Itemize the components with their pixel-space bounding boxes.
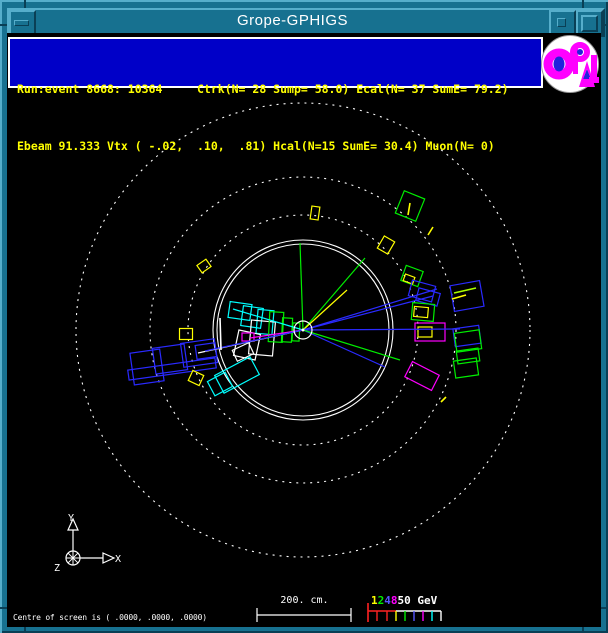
vertex-dot bbox=[302, 329, 305, 332]
minimize-button[interactable] bbox=[549, 10, 576, 35]
calorimeter-hit-box bbox=[415, 323, 445, 341]
calorimeter-hit-box bbox=[180, 329, 193, 340]
calorimeter-hit-box bbox=[450, 281, 484, 312]
particle-track bbox=[303, 329, 460, 330]
y-label: Y bbox=[68, 513, 74, 524]
calorimeter-hit-box bbox=[411, 303, 434, 322]
hit-tick bbox=[452, 295, 466, 299]
maximize-button[interactable] bbox=[576, 10, 603, 35]
calorimeter-hit-box bbox=[414, 306, 429, 317]
energy-legend-value: 4 bbox=[384, 594, 391, 607]
calorimeter-hit-box bbox=[207, 372, 232, 396]
calorimeter-hit-box bbox=[453, 358, 478, 378]
x-label: X bbox=[115, 554, 121, 565]
opal-logo-letter-l-foot bbox=[589, 77, 599, 83]
hit-tick bbox=[441, 397, 446, 402]
calorimeter-hit-box bbox=[188, 370, 204, 385]
z-label: Z bbox=[54, 563, 60, 574]
opal-logo-counter bbox=[577, 49, 583, 55]
event-info-line2: Ebeam 91.333 Vtx ( -.02, .10, .81) Hcal(… bbox=[17, 137, 541, 156]
particle-track bbox=[303, 330, 400, 360]
window-title: Grope-GPHIGS bbox=[36, 10, 549, 35]
particle-track bbox=[303, 258, 365, 330]
frame-resize-notch[interactable] bbox=[0, 24, 7, 26]
event-info-panel: Run:event 8668: 10364 Ctrk(N= 28 Sump= 5… bbox=[8, 37, 543, 88]
energy-legend-value: 50 GeV bbox=[398, 594, 438, 607]
particle-track bbox=[303, 289, 437, 330]
energy-legend-value: 8 bbox=[391, 594, 398, 607]
maximize-icon bbox=[581, 15, 598, 32]
particle-track bbox=[303, 330, 385, 367]
energy-legend-labels: 124850 GeV bbox=[371, 594, 437, 607]
calorimeter-hit-box bbox=[215, 357, 260, 393]
frame-resize-notch[interactable] bbox=[24, 0, 26, 8]
x-axis-arrowhead bbox=[103, 553, 114, 563]
hit-tick bbox=[408, 203, 410, 215]
client-area: X Y Z Run:event 8668: 10364 Ctrk(N= 28 Sum… bbox=[7, 33, 601, 627]
frame-resize-notch[interactable] bbox=[0, 607, 7, 609]
opal-logo bbox=[539, 33, 601, 95]
calorimeter-hit-box bbox=[405, 362, 439, 391]
hit-tick bbox=[454, 288, 476, 293]
calorimeter-hit-box bbox=[377, 236, 394, 254]
energy-legend-value: 1 bbox=[371, 594, 378, 607]
window-menu-button[interactable] bbox=[9, 10, 36, 35]
calorimeter-hit-box bbox=[418, 327, 432, 337]
particle-track bbox=[300, 243, 303, 330]
minimize-icon bbox=[557, 18, 566, 27]
status-bar-text: Centre of screen is ( .0000, .0000, .000… bbox=[13, 613, 207, 622]
opal-logo-counter bbox=[554, 57, 565, 72]
window-menu-icon bbox=[14, 20, 29, 26]
grope-window: Grope-GPHIGS X Y Z Run:event 8668: 10364 C… bbox=[0, 0, 608, 633]
calorimeter-hit-box bbox=[197, 259, 211, 273]
event-info-line1: Run:event 8668: 10364 Ctrk(N= 28 Sump= 5… bbox=[17, 80, 541, 99]
scale-bar-label: 200. cm. bbox=[257, 595, 352, 606]
frame-resize-notch[interactable] bbox=[582, 0, 584, 8]
frame-resize-notch[interactable] bbox=[601, 607, 608, 609]
hit-tick bbox=[220, 318, 221, 350]
calorimeter-hit-box bbox=[310, 206, 320, 220]
calorimeter-hit-box bbox=[234, 330, 261, 360]
hit-tick bbox=[428, 227, 433, 235]
calorimeter-hit-box bbox=[242, 333, 254, 341]
